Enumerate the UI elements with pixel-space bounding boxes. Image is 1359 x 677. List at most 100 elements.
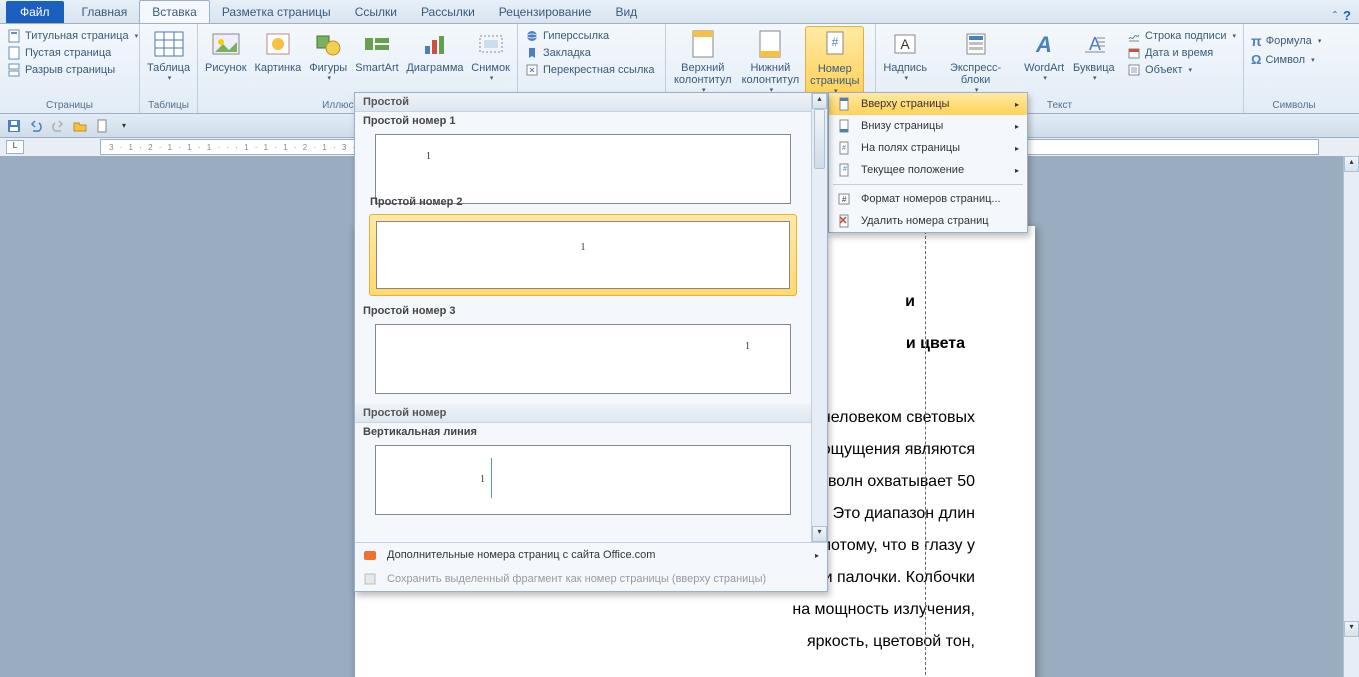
- tab-review[interactable]: Рецензирование: [487, 1, 604, 23]
- gallery-item-label: Простой номер 3: [355, 302, 811, 320]
- gallery-item-label: Простой номер 1: [355, 112, 811, 130]
- remove-icon: [837, 214, 853, 228]
- minimize-ribbon-icon[interactable]: ˆ: [1333, 9, 1337, 23]
- page-number-button[interactable]: # Номер страницы▾: [805, 26, 864, 98]
- menu-bottom-of-page[interactable]: Внизу страницы ▸: [829, 115, 1027, 137]
- svg-text:A: A: [901, 36, 911, 52]
- screenshot-button[interactable]: Снимок▾: [468, 26, 513, 84]
- equation-icon: π: [1251, 33, 1262, 49]
- bookmark-icon: [525, 46, 539, 60]
- header-button[interactable]: Верхний колонтитул▾: [670, 26, 736, 96]
- signature-icon: [1127, 29, 1141, 43]
- save-selection-icon: [363, 572, 379, 586]
- svg-text:#: #: [843, 166, 847, 173]
- page-number-menu: Вверху страницы ▸ Внизу страницы ▸ # На …: [828, 92, 1028, 233]
- tab-mailings[interactable]: Рассылки: [409, 1, 487, 23]
- equation-button[interactable]: π Формула▾: [1248, 32, 1324, 50]
- menu-page-margins[interactable]: # На полях страницы ▸: [829, 137, 1027, 159]
- ruler-corner[interactable]: L: [6, 140, 24, 154]
- shapes-button[interactable]: Фигуры▾: [306, 26, 350, 84]
- header-icon: [687, 28, 719, 60]
- scroll-up-button[interactable]: ▴: [812, 93, 827, 109]
- dropcap-icon: A: [1078, 28, 1110, 60]
- new-doc-icon[interactable]: [94, 118, 110, 134]
- symbol-icon: Ω: [1251, 52, 1261, 67]
- scrollbar-thumb[interactable]: [814, 109, 825, 169]
- svg-text:A: A: [1035, 32, 1052, 57]
- page-icon: [7, 29, 21, 43]
- format-icon: #: [837, 192, 853, 206]
- tab-page-layout[interactable]: Разметка страницы: [210, 1, 343, 23]
- dropcap-button[interactable]: A Буквица▾: [1070, 26, 1118, 84]
- preview-number: 1: [426, 151, 431, 162]
- gallery-scrollbar[interactable]: ▴ ▾: [811, 93, 827, 542]
- gallery-more-office[interactable]: Дополнительные номера страниц с сайта Of…: [355, 543, 827, 567]
- svg-text:#: #: [842, 145, 846, 152]
- calendar-icon: [1127, 46, 1141, 60]
- doc-text-line: ых волн охватывает 50: [804, 473, 975, 490]
- footer-button[interactable]: Нижний колонтитул▾: [738, 26, 804, 96]
- scroll-down-button[interactable]: ▾: [812, 526, 827, 542]
- tab-view[interactable]: Вид: [603, 1, 649, 23]
- blank-page-button[interactable]: Пустая страница: [4, 45, 141, 61]
- bookmark-button[interactable]: Закладка: [522, 45, 658, 61]
- save-icon[interactable]: [6, 118, 22, 134]
- gallery-item-simple-3[interactable]: 1: [375, 324, 791, 394]
- menu-top-of-page[interactable]: Вверху страницы ▸: [829, 93, 1027, 115]
- globe-link-icon: [525, 29, 539, 43]
- menu-remove-page-numbers[interactable]: Удалить номера страниц: [829, 210, 1027, 232]
- page-number-gallery: ▴ ▾ Простой Простой номер 1 1 Простой но…: [354, 92, 828, 592]
- quickparts-button[interactable]: Экспресс-блоки▾: [932, 26, 1018, 96]
- doc-text-line: ет потому, что в глазу у: [802, 537, 975, 554]
- picture-button[interactable]: Рисунок: [202, 26, 250, 76]
- clipart-button[interactable]: Картинка: [252, 26, 305, 76]
- page-number-icon: #: [819, 29, 851, 61]
- office-icon: [363, 548, 379, 562]
- object-button[interactable]: Объект▾: [1124, 62, 1239, 78]
- file-tab[interactable]: Файл: [6, 1, 64, 23]
- shapes-icon: [312, 28, 344, 60]
- screenshot-icon: [475, 28, 507, 60]
- hyperlink-button[interactable]: Гиперссылка: [522, 28, 658, 44]
- page-break-button[interactable]: Разрыв страницы: [4, 62, 141, 78]
- symbol-button[interactable]: Ω Символ▾: [1248, 51, 1324, 68]
- doc-text-line: ощущения являются: [822, 441, 975, 458]
- gallery-item-simple-2[interactable]: Простой номер 2 1: [369, 214, 797, 296]
- qat-customize-icon[interactable]: ▾: [116, 118, 132, 134]
- svg-text:#: #: [842, 195, 847, 204]
- wordart-button[interactable]: A WordArt▾: [1021, 26, 1068, 84]
- textbox-button[interactable]: A Надпись▾: [880, 26, 930, 84]
- svg-text:#: #: [831, 35, 838, 49]
- doc-text-line: яркость, цветовой тон,: [807, 633, 975, 650]
- chart-button[interactable]: Диаграмма: [404, 26, 467, 76]
- gallery-item-label: Простой номер 2: [370, 196, 462, 208]
- menu-format-page-numbers[interactable]: # Формат номеров страниц...: [829, 188, 1027, 210]
- crossref-button[interactable]: Перекрестная ссылка: [522, 62, 658, 78]
- textbox-icon: A: [889, 28, 921, 60]
- gallery-item-vertical-line[interactable]: 1: [375, 445, 791, 515]
- smartart-button[interactable]: SmartArt: [352, 26, 401, 76]
- tab-references[interactable]: Ссылки: [343, 1, 409, 23]
- help-icon[interactable]: ?: [1343, 8, 1351, 23]
- open-icon[interactable]: [72, 118, 88, 134]
- tab-home[interactable]: Главная: [70, 1, 140, 23]
- datetime-button[interactable]: Дата и время: [1124, 45, 1239, 61]
- svg-text:A: A: [1089, 34, 1101, 54]
- menu-current-position[interactable]: # Текущее положение ▸: [829, 159, 1027, 181]
- cover-page-button[interactable]: Титульная страница▾: [4, 28, 141, 44]
- doc-text-line: ки и палочки. Колбочки: [803, 569, 975, 586]
- table-button[interactable]: Таблица▾: [144, 26, 193, 84]
- object-icon: [1127, 63, 1141, 77]
- undo-icon[interactable]: [28, 118, 44, 134]
- redo-icon[interactable]: [50, 118, 66, 134]
- preview-number: 1: [480, 474, 485, 485]
- page-bottom-icon: [837, 119, 853, 133]
- wordart-icon: A: [1028, 28, 1060, 60]
- vertical-scrollbar[interactable]: ▴ ▾: [1343, 156, 1359, 677]
- tab-insert[interactable]: Вставка: [139, 0, 210, 23]
- gallery-category-simple: Простой: [355, 93, 811, 112]
- signature-line-button[interactable]: Строка подписи▾: [1124, 28, 1239, 44]
- blank-page-icon: [7, 46, 21, 60]
- gallery-category-plain: Простой номер: [355, 404, 811, 423]
- doc-text-line: на мощность излучения,: [792, 601, 975, 618]
